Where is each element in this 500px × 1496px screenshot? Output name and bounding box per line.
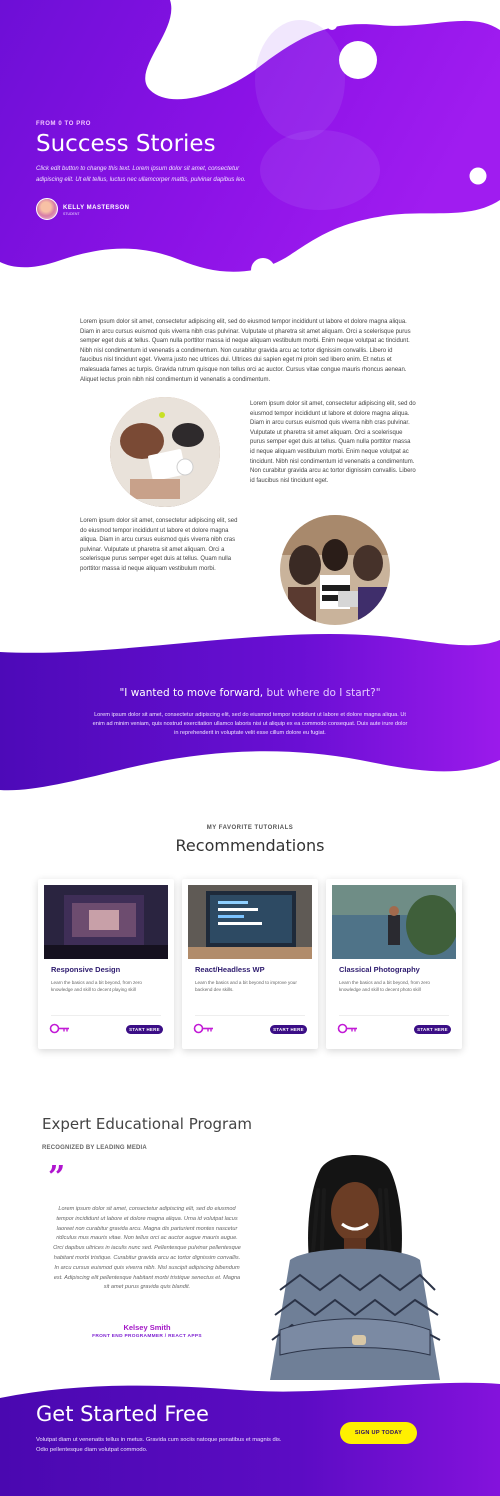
page-title: Success Stories xyxy=(36,131,216,157)
divider xyxy=(339,1015,449,1016)
cta-background xyxy=(0,1382,500,1496)
cta-title: Get Started Free xyxy=(36,1402,209,1426)
start-here-button[interactable]: START HERE xyxy=(270,1025,307,1034)
course-description: Learn the basics and a bit beyond, from … xyxy=(339,980,430,992)
sign-up-button[interactable]: SIGN UP TODAY xyxy=(340,1422,417,1444)
course-card[interactable]: Responsive Design Learn the basics and a… xyxy=(38,879,174,1049)
quote-icon: ” xyxy=(48,1160,66,1195)
quote-heading: "I wanted to move forward, but where do … xyxy=(0,687,500,699)
course-title: Responsive Design xyxy=(51,965,121,974)
key-icon xyxy=(193,1023,213,1034)
article-right-paragraph: Lorem ipsum dolor sit amet, consectetur … xyxy=(250,401,416,484)
decor-circle xyxy=(339,41,377,79)
quote-body: Lorem ipsum dolor sit amet, consectetur … xyxy=(92,712,408,736)
decor-circle xyxy=(469,167,487,185)
course-card[interactable]: React/Headless WP Learn the basics and a… xyxy=(182,879,318,1049)
course-thumbnail xyxy=(44,885,168,959)
students-photo xyxy=(280,515,390,625)
author-role: STUDENT xyxy=(63,212,80,216)
course-description: Learn the basics and a bit beyond to imp… xyxy=(195,980,297,992)
avatar xyxy=(36,198,58,220)
testimonial-role: FRONT END PROGRAMMER / REACT APPS xyxy=(92,1334,202,1339)
course-thumbnail xyxy=(332,885,456,959)
key-icon xyxy=(337,1023,357,1034)
start-here-button[interactable]: START HERE xyxy=(126,1025,163,1034)
cta-description: Volutpat diam ut venenatis tellus in met… xyxy=(36,1437,282,1453)
divider xyxy=(51,1015,161,1016)
expert-eyebrow: RECOGNIZED BY LEADING MEDIA xyxy=(42,1145,147,1151)
divider xyxy=(195,1015,305,1016)
decor-circle xyxy=(251,258,275,282)
course-thumbnail xyxy=(188,885,312,959)
expert-title: Expert Educational Program xyxy=(42,1115,253,1133)
decor-circle xyxy=(327,20,337,30)
article-intro: Lorem ipsum dolor sit amet, consectetur … xyxy=(80,319,411,383)
hero-eyebrow: FROM 0 TO PRO xyxy=(36,121,92,127)
recommendations-title: Recommendations xyxy=(175,836,325,855)
author-name: KELLY MASTERSON xyxy=(63,205,130,211)
hero-description: Click edit button to change this text. L… xyxy=(36,166,246,183)
course-description: Learn the basics and a bit beyond, from … xyxy=(51,980,142,992)
quote-heading-light: but where do I start?" xyxy=(263,687,381,699)
portrait-photo xyxy=(270,1155,441,1380)
course-title: Classical Photography xyxy=(339,965,420,974)
meeting-photo xyxy=(110,397,220,507)
article-left-paragraph: Lorem ipsum dolor sit amet, consectetur … xyxy=(80,518,238,572)
course-title: React/Headless WP xyxy=(195,965,265,974)
course-card[interactable]: Classical Photography Learn the basics a… xyxy=(326,879,462,1049)
recommendations-eyebrow: MY FAVORITE TUTORIALS xyxy=(206,825,294,831)
testimonial-name: Kelsey Smith xyxy=(123,1323,171,1332)
testimonial-text: Lorem ipsum dolor sit amet, consectetur … xyxy=(53,1206,241,1291)
quote-heading-strong: "I wanted to move forward, xyxy=(119,687,264,699)
key-icon xyxy=(49,1023,69,1034)
start-here-button[interactable]: START HERE xyxy=(414,1025,451,1034)
